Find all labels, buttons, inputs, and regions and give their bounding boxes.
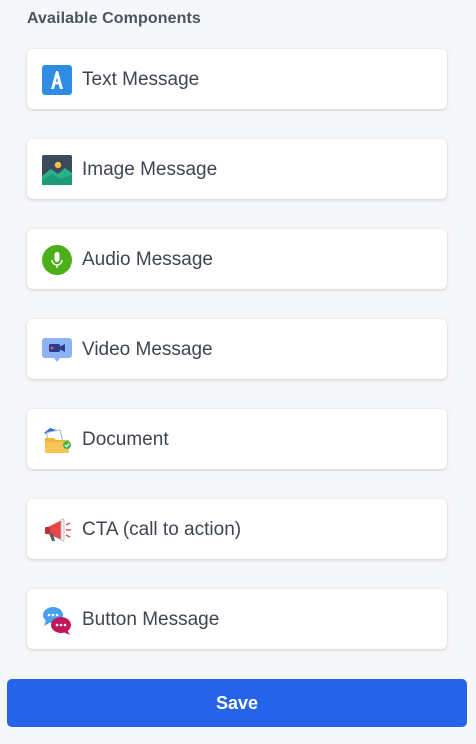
component-label: Document [82, 429, 169, 450]
megaphone-icon [42, 515, 72, 545]
component-label: Audio Message [82, 249, 213, 270]
microphone-icon [42, 245, 72, 275]
save-button[interactable]: Save [7, 679, 467, 727]
video-camera-icon [42, 335, 72, 365]
component-label: CTA (call to action) [82, 519, 242, 540]
image-icon [42, 155, 72, 185]
component-image-message[interactable]: Image Message [27, 139, 447, 199]
component-button-message[interactable]: Button Message [27, 589, 447, 649]
component-label: Video Message [82, 339, 213, 360]
component-cta[interactable]: CTA (call to action) [27, 499, 447, 559]
panel-title: Available Components [27, 10, 201, 27]
component-list: Text Message Image Message Audio Message… [27, 49, 447, 679]
component-document[interactable]: Document [27, 409, 447, 469]
text-a-icon [42, 65, 72, 95]
component-audio-message[interactable]: Audio Message [27, 229, 447, 289]
component-video-message[interactable]: Video Message [27, 319, 447, 379]
component-label: Text Message [82, 69, 200, 90]
component-text-message[interactable]: Text Message [27, 49, 447, 109]
component-label: Button Message [82, 609, 220, 630]
component-label: Image Message [82, 159, 218, 180]
chat-bubbles-icon [42, 605, 72, 635]
document-folder-icon [42, 425, 72, 455]
